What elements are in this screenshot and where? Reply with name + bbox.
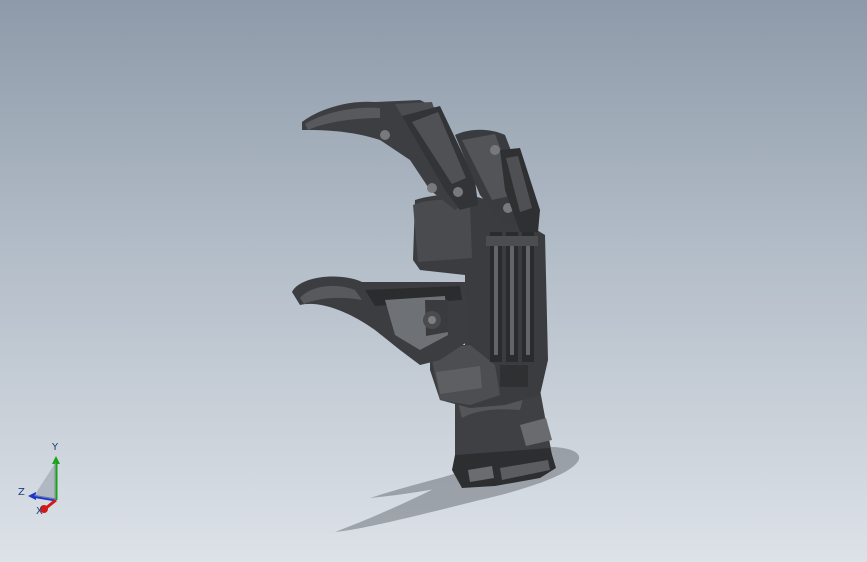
triad-axes bbox=[28, 456, 60, 513]
triad-z-label: Z bbox=[18, 487, 25, 498]
x-axis-line bbox=[45, 498, 57, 510]
triad-plane bbox=[34, 462, 56, 500]
triad-y-label: Y bbox=[52, 442, 59, 453]
triad-x-label: X bbox=[36, 506, 43, 517]
prosthetic-hand-model[interactable] bbox=[0, 0, 867, 562]
view-orientation-triad: Y Z X bbox=[14, 440, 84, 520]
graphics-viewport[interactable]: Y Z X bbox=[0, 0, 867, 562]
thumb bbox=[292, 276, 470, 365]
